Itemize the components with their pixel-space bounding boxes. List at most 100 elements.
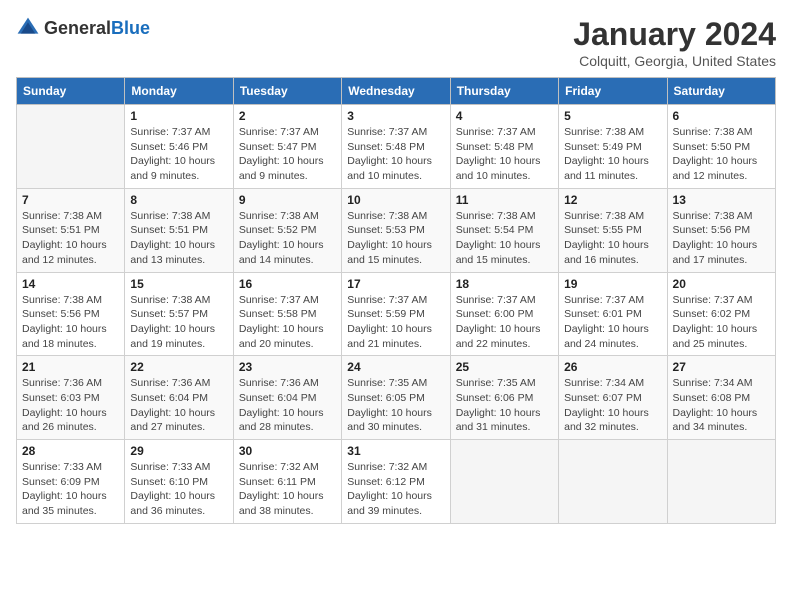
calendar-cell: 28 Sunrise: 7:33 AM Sunset: 6:09 PM Dayli… xyxy=(17,440,125,524)
calendar-cell: 16 Sunrise: 7:37 AM Sunset: 5:58 PM Dayli… xyxy=(233,272,341,356)
day-number: 6 xyxy=(673,109,770,123)
calendar-cell: 10 Sunrise: 7:38 AM Sunset: 5:53 PM Dayli… xyxy=(342,188,450,272)
day-info: Sunrise: 7:37 AM Sunset: 5:48 PM Dayligh… xyxy=(347,125,444,184)
day-number: 28 xyxy=(22,444,119,458)
calendar-cell: 15Sunrise: 7:38 AM Sunset: 5:57 PM Dayli… xyxy=(125,272,233,356)
calendar-header-row: SundayMondayTuesdayWednesdayThursdayFrid… xyxy=(17,78,776,105)
day-info: Sunrise: 7:38 AM Sunset: 5:54 PM Dayligh… xyxy=(456,209,553,268)
day-info: Sunrise: 7:37 AM Sunset: 6:02 PM Dayligh… xyxy=(673,293,770,352)
calendar-cell: 8 Sunrise: 7:38 AM Sunset: 5:51 PM Daylig… xyxy=(125,188,233,272)
day-info: Sunrise: 7:33 AM Sunset: 6:09 PM Dayligh… xyxy=(22,460,119,519)
calendar-cell: 26 Sunrise: 7:34 AM Sunset: 6:07 PM Dayli… xyxy=(559,356,667,440)
calendar-cell: 12 Sunrise: 7:38 AM Sunset: 5:55 PM Dayli… xyxy=(559,188,667,272)
day-info: Sunrise: 7:36 AM Sunset: 6:03 PM Dayligh… xyxy=(22,376,119,435)
day-number: 21 xyxy=(22,360,119,374)
day-number: 26 xyxy=(564,360,661,374)
day-info: Sunrise: 7:35 AM Sunset: 6:05 PM Dayligh… xyxy=(347,376,444,435)
day-number: 27 xyxy=(673,360,770,374)
logo: GeneralBlue xyxy=(16,16,150,40)
day-number: 29 xyxy=(130,444,227,458)
calendar-cell: 19 Sunrise: 7:37 AM Sunset: 6:01 PM Dayli… xyxy=(559,272,667,356)
day-number: 22 xyxy=(130,360,227,374)
column-header-saturday: Saturday xyxy=(667,78,775,105)
day-number: 18 xyxy=(456,277,553,291)
calendar-cell: 20 Sunrise: 7:37 AM Sunset: 6:02 PM Dayli… xyxy=(667,272,775,356)
day-number: 10 xyxy=(347,193,444,207)
calendar-cell: 6 Sunrise: 7:38 AM Sunset: 5:50 PM Daylig… xyxy=(667,105,775,189)
calendar-cell: 9 Sunrise: 7:38 AM Sunset: 5:52 PM Daylig… xyxy=(233,188,341,272)
column-header-wednesday: Wednesday xyxy=(342,78,450,105)
day-number: 20 xyxy=(673,277,770,291)
calendar-cell: 31Sunrise: 7:32 AM Sunset: 6:12 PM Dayli… xyxy=(342,440,450,524)
day-info: Sunrise: 7:33 AM Sunset: 6:10 PM Dayligh… xyxy=(130,460,227,519)
calendar-week-row: 1 Sunrise: 7:37 AM Sunset: 5:46 PM Daylig… xyxy=(17,105,776,189)
subtitle: Colquitt, Georgia, United States xyxy=(573,53,776,69)
day-number: 23 xyxy=(239,360,336,374)
calendar-cell xyxy=(450,440,558,524)
calendar-cell: 23Sunrise: 7:36 AM Sunset: 6:04 PM Dayli… xyxy=(233,356,341,440)
calendar-cell: 14 Sunrise: 7:38 AM Sunset: 5:56 PM Dayli… xyxy=(17,272,125,356)
calendar-week-row: 14 Sunrise: 7:38 AM Sunset: 5:56 PM Dayli… xyxy=(17,272,776,356)
day-number: 16 xyxy=(239,277,336,291)
day-info: Sunrise: 7:32 AM Sunset: 6:12 PM Dayligh… xyxy=(347,460,444,519)
calendar-cell: 21 Sunrise: 7:36 AM Sunset: 6:03 PM Dayli… xyxy=(17,356,125,440)
day-number: 30 xyxy=(239,444,336,458)
day-number: 9 xyxy=(239,193,336,207)
day-number: 11 xyxy=(456,193,553,207)
day-info: Sunrise: 7:38 AM Sunset: 5:51 PM Dayligh… xyxy=(22,209,119,268)
calendar-cell: 11 Sunrise: 7:38 AM Sunset: 5:54 PM Dayli… xyxy=(450,188,558,272)
calendar-cell: 25Sunrise: 7:35 AM Sunset: 6:06 PM Dayli… xyxy=(450,356,558,440)
day-info: Sunrise: 7:38 AM Sunset: 5:51 PM Dayligh… xyxy=(130,209,227,268)
day-number: 8 xyxy=(130,193,227,207)
calendar-cell: 22 Sunrise: 7:36 AM Sunset: 6:04 PM Dayli… xyxy=(125,356,233,440)
calendar-cell xyxy=(667,440,775,524)
day-info: Sunrise: 7:37 AM Sunset: 5:58 PM Dayligh… xyxy=(239,293,336,352)
day-info: Sunrise: 7:32 AM Sunset: 6:11 PM Dayligh… xyxy=(239,460,336,519)
day-info: Sunrise: 7:38 AM Sunset: 5:55 PM Dayligh… xyxy=(564,209,661,268)
day-info: Sunrise: 7:37 AM Sunset: 5:48 PM Dayligh… xyxy=(456,125,553,184)
day-info: Sunrise: 7:37 AM Sunset: 6:00 PM Dayligh… xyxy=(456,293,553,352)
day-number: 4 xyxy=(456,109,553,123)
calendar-cell: 29 Sunrise: 7:33 AM Sunset: 6:10 PM Dayli… xyxy=(125,440,233,524)
day-number: 5 xyxy=(564,109,661,123)
calendar-cell: 3Sunrise: 7:37 AM Sunset: 5:48 PM Daylig… xyxy=(342,105,450,189)
calendar-cell: 4 Sunrise: 7:37 AM Sunset: 5:48 PM Daylig… xyxy=(450,105,558,189)
calendar-cell: 13 Sunrise: 7:38 AM Sunset: 5:56 PM Dayli… xyxy=(667,188,775,272)
column-header-friday: Friday xyxy=(559,78,667,105)
logo-text-blue: Blue xyxy=(111,18,150,38)
day-info: Sunrise: 7:37 AM Sunset: 5:46 PM Dayligh… xyxy=(130,125,227,184)
day-number: 14 xyxy=(22,277,119,291)
calendar-table: SundayMondayTuesdayWednesdayThursdayFrid… xyxy=(16,77,776,524)
day-number: 7 xyxy=(22,193,119,207)
calendar-cell: 7 Sunrise: 7:38 AM Sunset: 5:51 PM Daylig… xyxy=(17,188,125,272)
calendar-cell: 2 Sunrise: 7:37 AM Sunset: 5:47 PM Daylig… xyxy=(233,105,341,189)
day-number: 1 xyxy=(130,109,227,123)
calendar-cell: 17Sunrise: 7:37 AM Sunset: 5:59 PM Dayli… xyxy=(342,272,450,356)
day-number: 24 xyxy=(347,360,444,374)
calendar-cell: 5 Sunrise: 7:38 AM Sunset: 5:49 PM Daylig… xyxy=(559,105,667,189)
day-info: Sunrise: 7:38 AM Sunset: 5:49 PM Dayligh… xyxy=(564,125,661,184)
day-info: Sunrise: 7:37 AM Sunset: 5:47 PM Dayligh… xyxy=(239,125,336,184)
page-header: GeneralBlue January 2024 Colquitt, Georg… xyxy=(16,16,776,69)
day-number: 12 xyxy=(564,193,661,207)
day-info: Sunrise: 7:36 AM Sunset: 6:04 PM Dayligh… xyxy=(130,376,227,435)
day-number: 2 xyxy=(239,109,336,123)
day-info: Sunrise: 7:38 AM Sunset: 5:53 PM Dayligh… xyxy=(347,209,444,268)
day-number: 17 xyxy=(347,277,444,291)
day-info: Sunrise: 7:34 AM Sunset: 6:07 PM Dayligh… xyxy=(564,376,661,435)
day-number: 13 xyxy=(673,193,770,207)
column-header-monday: Monday xyxy=(125,78,233,105)
day-info: Sunrise: 7:37 AM Sunset: 6:01 PM Dayligh… xyxy=(564,293,661,352)
title-block: January 2024 Colquitt, Georgia, United S… xyxy=(573,16,776,69)
calendar-cell xyxy=(559,440,667,524)
day-info: Sunrise: 7:38 AM Sunset: 5:52 PM Dayligh… xyxy=(239,209,336,268)
calendar-week-row: 7 Sunrise: 7:38 AM Sunset: 5:51 PM Daylig… xyxy=(17,188,776,272)
calendar-cell: 30 Sunrise: 7:32 AM Sunset: 6:11 PM Dayli… xyxy=(233,440,341,524)
day-info: Sunrise: 7:38 AM Sunset: 5:50 PM Dayligh… xyxy=(673,125,770,184)
day-number: 19 xyxy=(564,277,661,291)
calendar-week-row: 21 Sunrise: 7:36 AM Sunset: 6:03 PM Dayli… xyxy=(17,356,776,440)
logo-text-general: General xyxy=(44,18,111,38)
day-info: Sunrise: 7:38 AM Sunset: 5:56 PM Dayligh… xyxy=(673,209,770,268)
calendar-cell: 1 Sunrise: 7:37 AM Sunset: 5:46 PM Daylig… xyxy=(125,105,233,189)
day-info: Sunrise: 7:38 AM Sunset: 5:56 PM Dayligh… xyxy=(22,293,119,352)
